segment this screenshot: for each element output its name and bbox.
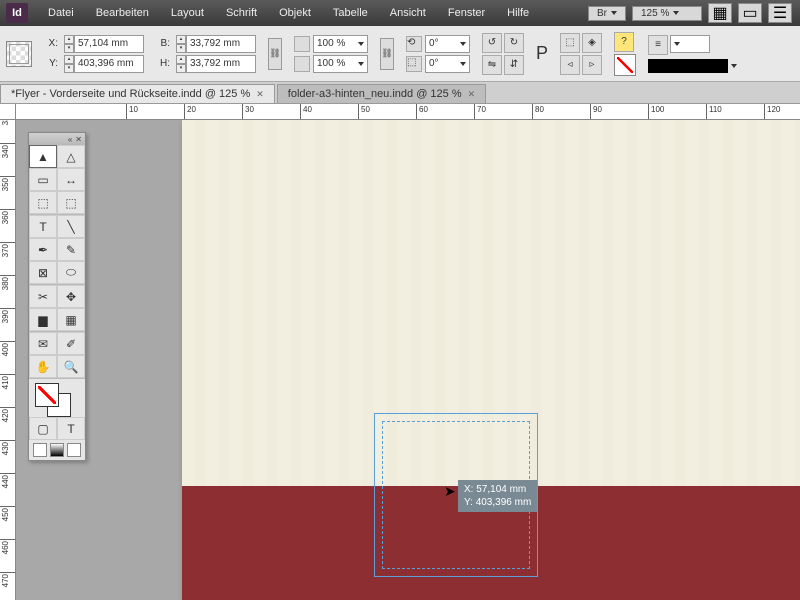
free-transform-tool[interactable]: ✥ (57, 285, 85, 308)
screen-mode-icon[interactable]: ▭ (738, 3, 762, 23)
control-bar: X: ▴▾57,104 mm Y: ▴▾403,396 mm B: ▴▾33,7… (0, 26, 800, 82)
menu-schrift[interactable]: Schrift (216, 3, 267, 23)
rectangle-frame-tool[interactable]: ⊠ (29, 261, 57, 284)
page-tool[interactable]: ▭ (29, 168, 57, 191)
w-label: B: (156, 38, 170, 49)
help-icon[interactable]: ? (614, 32, 634, 52)
zoom-dropdown[interactable]: 125 % (632, 6, 702, 21)
flip-v-icon[interactable]: ⇵ (504, 55, 524, 75)
close-icon[interactable]: ✕ (75, 135, 82, 144)
menu-bearbeiten[interactable]: Bearbeiten (86, 3, 159, 23)
y-field[interactable]: 403,396 mm (74, 55, 144, 73)
tab-flyer[interactable]: *Flyer - Vorderseite und Rückseite.indd … (0, 84, 275, 103)
view-options-icon[interactable]: ▦ (708, 3, 732, 23)
content-placer-tool[interactable]: ⬚ (57, 191, 85, 214)
document-tabs: *Flyer - Vorderseite und Rückseite.indd … (0, 82, 800, 104)
close-icon[interactable]: ✕ (468, 89, 476, 100)
tools-panel[interactable]: «✕ ▲ △ ▭ ↔ ⬚ ⬚ T ╲ ✒ ✎ ⊠ ⬭ ✂ ✥ ▆ ▦ ✉ ✐ ✋… (28, 132, 86, 461)
apply-gradient-icon[interactable] (50, 443, 64, 457)
fill-none-icon[interactable] (614, 54, 636, 76)
menu-datei[interactable]: Datei (38, 3, 84, 23)
menu-fenster[interactable]: Fenster (438, 3, 495, 23)
bridge-button[interactable]: Br (588, 6, 626, 21)
pencil-tool[interactable]: ✎ (57, 238, 85, 261)
position-tooltip: X: 57,104 mm Y: 403,396 mm (458, 480, 537, 512)
flip-h-icon[interactable]: ⇋ (482, 55, 502, 75)
select-container-icon[interactable]: ⬚ (560, 33, 580, 53)
scissors-tool[interactable]: ✂ (29, 285, 57, 308)
close-icon[interactable]: ✕ (256, 89, 264, 100)
menu-objekt[interactable]: Objekt (269, 3, 321, 23)
reference-point-grid[interactable] (6, 41, 32, 67)
rotate-ccw-icon[interactable]: ↺ (482, 33, 502, 53)
select-content-icon[interactable]: ◈ (582, 33, 602, 53)
y-label: Y: (44, 58, 58, 69)
selection-tool[interactable]: ▲ (29, 145, 57, 168)
gap-tool[interactable]: ↔ (57, 168, 85, 191)
text-format-icon[interactable]: T (57, 417, 85, 440)
arrange-icon[interactable]: ☰ (768, 3, 792, 23)
content-collector-tool[interactable]: ⬚ (29, 191, 57, 214)
type-tool[interactable]: T (29, 215, 57, 238)
link-wh-icon[interactable]: ⛓ (268, 38, 282, 70)
rotate-cw-icon[interactable]: ↻ (504, 33, 524, 53)
tab-folder[interactable]: folder-a3-hinten_neu.indd @ 125 %✕ (277, 84, 486, 103)
scale-x-field[interactable]: 100 % (313, 35, 368, 53)
menu-layout[interactable]: Layout (161, 3, 214, 23)
ellipse-tool[interactable]: ⬭ (57, 261, 85, 284)
canvas[interactable]: ➤ X: 57,104 mm Y: 403,396 mm (16, 120, 800, 600)
menu-tabelle[interactable]: Tabelle (323, 3, 378, 23)
scale-x-icon (294, 36, 310, 52)
scale-y-icon (294, 56, 310, 72)
menu-ansicht[interactable]: Ansicht (380, 3, 436, 23)
paragraph-icon[interactable]: P (536, 43, 548, 64)
collapse-icon[interactable]: « (68, 135, 72, 144)
link-scale-icon[interactable]: ⛓ (380, 38, 394, 70)
direct-selection-tool[interactable]: △ (57, 145, 85, 168)
app-icon: Id (6, 3, 28, 23)
line-tool[interactable]: ╲ (57, 215, 85, 238)
menu-hilfe[interactable]: Hilfe (497, 3, 539, 23)
pen-tool[interactable]: ✒ (29, 238, 57, 261)
apply-color-icon[interactable] (67, 443, 81, 457)
note-tool[interactable]: ✉ (29, 332, 57, 355)
height-field[interactable]: 33,792 mm (186, 55, 256, 73)
gradient-swatch-tool[interactable]: ▆ (29, 308, 57, 331)
rotate-icon: ⟲ (406, 36, 422, 52)
container-format-icon[interactable]: ▢ (29, 417, 57, 440)
scale-y-field[interactable]: 100 % (313, 55, 368, 73)
rotate-field[interactable]: 0° (425, 35, 470, 53)
fill-stroke-swatch[interactable] (29, 379, 85, 417)
vertical-ruler[interactable]: 3303403503603703803904004104204304404504… (0, 120, 16, 600)
stroke-weight-field[interactable] (670, 35, 710, 53)
eyedropper-tool[interactable]: ✐ (57, 332, 85, 355)
shear-field[interactable]: 0° (425, 55, 470, 73)
horizontal-ruler[interactable]: 102030405060708090100110120 (16, 104, 800, 120)
stroke-style[interactable] (648, 59, 728, 73)
menu-bar: Id Datei Bearbeiten Layout Schrift Objek… (0, 0, 800, 26)
stroke-weight-icon[interactable]: ≡ (648, 35, 668, 55)
apply-none-icon[interactable] (33, 443, 47, 457)
ruler-origin[interactable] (0, 104, 16, 120)
hand-tool[interactable]: ✋ (29, 355, 57, 378)
shear-icon: ⬚ (406, 56, 422, 72)
gradient-feather-tool[interactable]: ▦ (57, 308, 85, 331)
x-field[interactable]: 57,104 mm (74, 35, 144, 53)
x-label: X: (44, 38, 58, 49)
width-field[interactable]: 33,792 mm (186, 35, 256, 53)
select-next-icon[interactable]: ▹ (582, 55, 602, 75)
h-label: H: (156, 58, 170, 69)
select-prev-icon[interactable]: ◃ (560, 55, 580, 75)
zoom-tool[interactable]: 🔍 (57, 355, 85, 378)
